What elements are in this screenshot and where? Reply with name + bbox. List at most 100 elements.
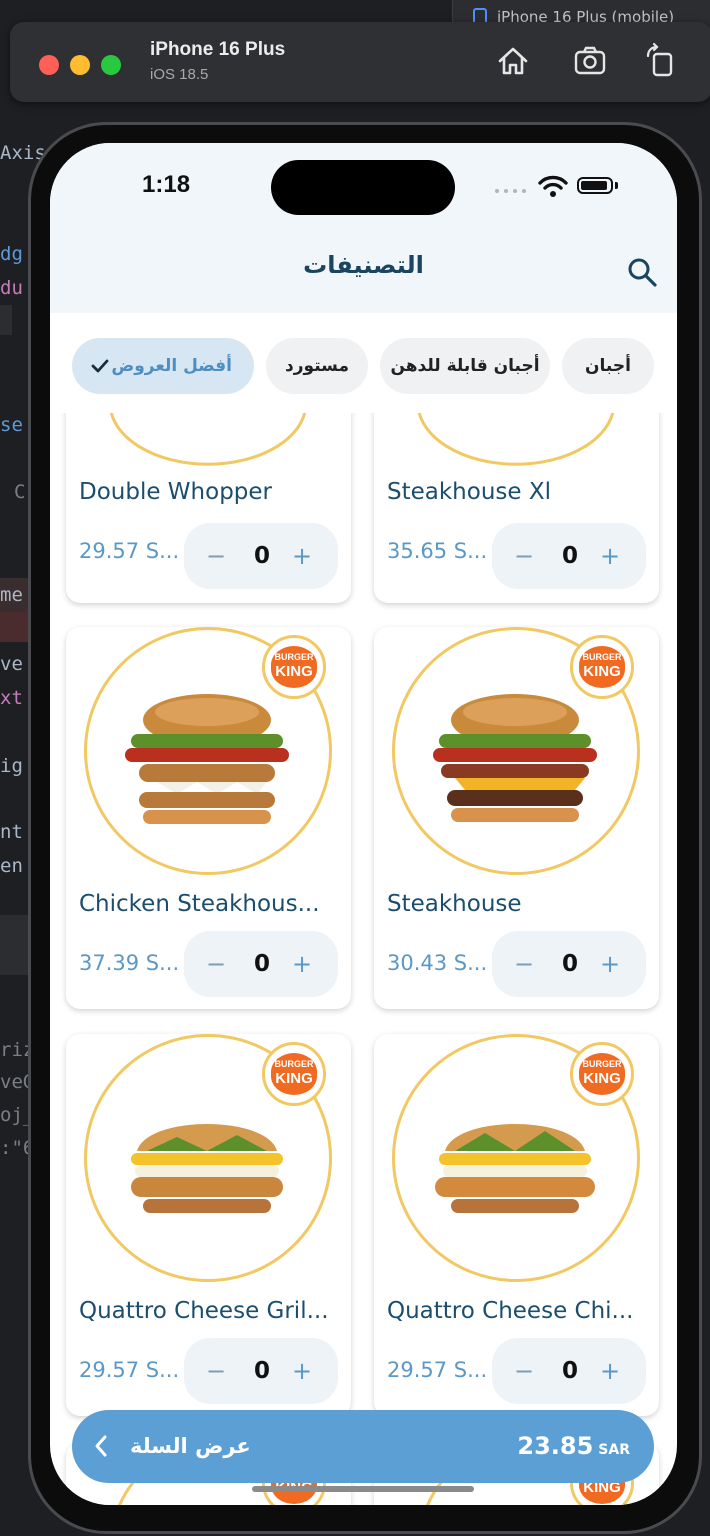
increase-button[interactable]: +	[600, 1338, 620, 1404]
quantity-stepper: − 0 +	[492, 1338, 646, 1404]
decrease-button[interactable]: −	[206, 1338, 226, 1404]
brand-logo: BURGERKING	[570, 635, 634, 699]
product-card[interactable]: BURGER KING Quattro Cheese Gril... 29.57 …	[66, 1034, 351, 1416]
product-card[interactable]: Double Whopper 29.57 S... − 0 +	[66, 413, 351, 603]
decrease-button[interactable]: −	[514, 931, 534, 997]
search-icon[interactable]	[625, 255, 659, 289]
check-icon	[91, 359, 109, 373]
quantity-value: 0	[561, 543, 578, 569]
app-header: 1:18 التصنيفات	[50, 143, 677, 313]
product-card[interactable]: BURGER KING Chicken Steakhous... 37.39 S.…	[66, 627, 351, 1009]
decrease-button[interactable]: −	[206, 931, 226, 997]
code-fragment: se	[0, 414, 23, 436]
quantity-stepper: − 0 +	[492, 931, 646, 997]
screenshot-icon[interactable]	[571, 42, 609, 80]
battery-icon	[577, 177, 613, 194]
quantity-value: 0	[253, 543, 270, 569]
quantity-value: 0	[561, 1358, 578, 1384]
chip-label: أجبان قابلة للدهن	[390, 356, 540, 376]
increase-button[interactable]: +	[600, 931, 620, 997]
quantity-value: 0	[253, 1358, 270, 1384]
brand-logo-text: BURGER	[274, 652, 314, 662]
dynamic-island	[271, 160, 455, 215]
brand-logo-text: BURGER	[582, 652, 622, 662]
code-fragment: dg	[0, 243, 23, 265]
ide-panel-band-2	[0, 305, 12, 335]
chip-spreadable-cheese[interactable]: أجبان قابلة للدهن	[380, 338, 550, 394]
quantity-value: 0	[253, 951, 270, 977]
quantity-value: 0	[561, 951, 578, 977]
phone-screen: 1:18 التصنيفات أفضل العروض مستورد أجبان …	[50, 143, 677, 1505]
chip-label: أفضل العروض	[111, 356, 232, 376]
burger-image	[131, 1124, 283, 1213]
brand-logo-text: KING	[583, 663, 621, 680]
burger-image	[125, 694, 289, 824]
product-image-circle	[109, 413, 307, 466]
zoom-window-button[interactable]	[101, 55, 121, 75]
cellular-icon	[495, 189, 526, 193]
chip-label: أجبان	[585, 356, 631, 376]
cart-total: 23.85 SAR	[517, 1410, 630, 1487]
brand-logo-text: KING	[275, 1070, 313, 1087]
increase-button[interactable]: +	[292, 931, 312, 997]
product-name: Quattro Cheese Gril...	[79, 1298, 329, 1324]
code-fragment: xt	[0, 687, 23, 709]
wifi-icon	[538, 175, 568, 197]
cart-currency: SAR	[598, 1442, 630, 1458]
increase-button[interactable]: +	[600, 523, 620, 589]
quantity-stepper: − 0 +	[184, 523, 338, 589]
quantity-stepper: − 0 +	[184, 931, 338, 997]
cart-total-amount: 23.85	[517, 1432, 594, 1460]
rotate-icon[interactable]	[642, 42, 680, 80]
brand-logo-text: KING	[583, 1070, 621, 1087]
product-card[interactable]: Steakhouse Xl 35.65 S... − 0 +	[374, 413, 659, 603]
product-price: 37.39 S...	[79, 951, 180, 975]
home-icon[interactable]	[494, 42, 532, 80]
quantity-stepper: − 0 +	[184, 1338, 338, 1404]
brand-logo: BURGERKING	[262, 635, 326, 699]
code-fragment: en	[0, 855, 23, 877]
chip-best-offers[interactable]: أفضل العروض	[72, 338, 254, 394]
quantity-stepper: − 0 +	[492, 523, 646, 589]
chip-cheese[interactable]: أجبان	[562, 338, 654, 394]
code-fragment: ve	[0, 653, 23, 675]
simulator-toolbar: iPhone 16 Plus iOS 18.5	[10, 22, 710, 102]
status-time: 1:18	[142, 171, 191, 198]
product-name: Steakhouse Xl	[387, 479, 551, 505]
product-card[interactable]: BURGER KING Steakhouse 30.43 S... − 0 +	[374, 627, 659, 1009]
home-indicator	[252, 1486, 474, 1492]
product-name: Quattro Cheese Chi...	[387, 1298, 634, 1324]
close-window-button[interactable]	[39, 55, 59, 75]
code-fragment: me	[0, 584, 23, 606]
decrease-button[interactable]: −	[514, 1338, 534, 1404]
code-fragment: nt	[0, 821, 23, 843]
product-name: Chicken Steakhous...	[79, 891, 320, 917]
product-price: 29.57 S...	[387, 1358, 488, 1382]
simulator-device-name: iPhone 16 Plus	[150, 39, 286, 60]
simulator-os-version: iOS 18.5	[150, 66, 209, 83]
code-fragment: ig	[0, 755, 23, 777]
decrease-button[interactable]: −	[206, 523, 226, 589]
product-price: 29.57 S...	[79, 539, 180, 563]
page-title: التصنيفات	[303, 251, 424, 279]
product-price: 29.57 S...	[79, 1358, 180, 1382]
minimize-window-button[interactable]	[70, 55, 90, 75]
product-grid: Double Whopper 29.57 S... − 0 + Steakhou…	[50, 413, 677, 1505]
brand-logo: BURGERKING	[570, 1042, 634, 1106]
chip-imported[interactable]: مستورد	[266, 338, 368, 394]
product-image-circle	[417, 413, 615, 466]
view-cart-button[interactable]: عرض السلة 23.85 SAR	[72, 1410, 654, 1483]
increase-button[interactable]: +	[292, 1338, 312, 1404]
view-cart-label: عرض السلة	[130, 1434, 251, 1458]
burger-image	[433, 694, 597, 822]
product-price: 35.65 S...	[387, 539, 488, 563]
decrease-button[interactable]: −	[514, 523, 534, 589]
brand-logo-text: BURGER	[274, 1059, 314, 1069]
product-name: Steakhouse	[387, 891, 522, 917]
product-name: Double Whopper	[79, 479, 273, 505]
brand-logo-text: BURGER	[582, 1059, 622, 1069]
product-card[interactable]: BURGER KING Quattro Cheese Chi... 29.57 S…	[374, 1034, 659, 1416]
increase-button[interactable]: +	[292, 523, 312, 589]
product-price: 30.43 S...	[387, 951, 488, 975]
chevron-left-icon	[95, 1435, 107, 1457]
